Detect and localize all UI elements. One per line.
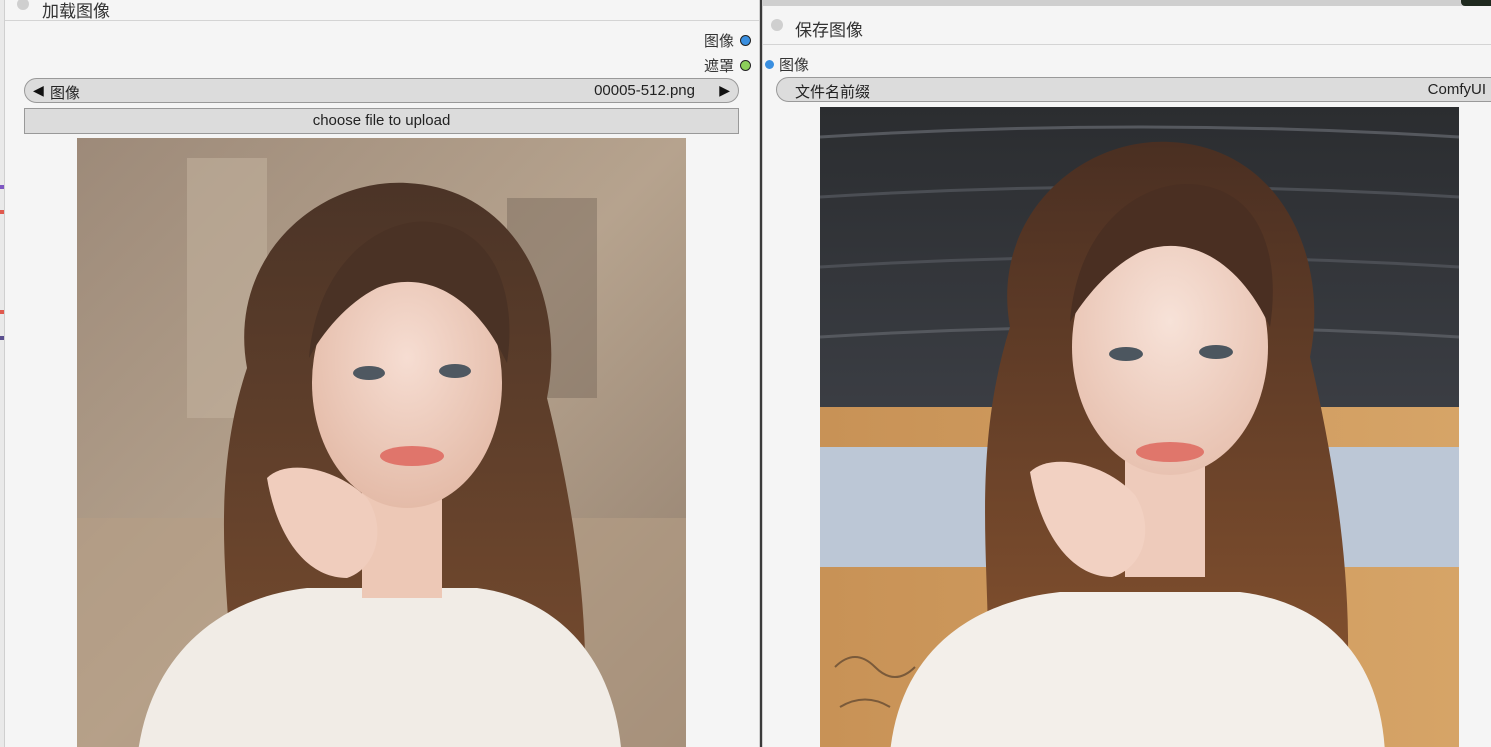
prefix-value: ComfyUI: [1427, 81, 1486, 98]
node-title-bar[interactable]: 保存图像: [763, 6, 1491, 45]
saved-image-preview: [820, 107, 1459, 747]
output-image-label: 图像: [703, 33, 734, 50]
triangle-left-icon[interactable]: ◀: [33, 82, 44, 99]
output-mask-label: 遮罩: [703, 58, 734, 75]
output-image: 图像: [704, 30, 751, 51]
output-mask: 遮罩: [704, 55, 751, 76]
node-title: 加载图像: [42, 2, 110, 21]
input-image-label: 图像: [779, 57, 810, 74]
mask-slot-icon[interactable]: [740, 60, 751, 71]
image-slot-icon[interactable]: [740, 35, 751, 46]
save-image-node[interactable]: 保存图像 图像 文件名前缀 ComfyUI: [762, 6, 1491, 747]
combo-label: 图像: [50, 85, 81, 102]
node-title: 保存图像: [795, 21, 863, 40]
load-image-node[interactable]: 加载图像 图像 遮罩 ◀ 图像 00005-512.png ▶ choose f…: [4, 0, 760, 747]
comfyui-canvas[interactable]: 加载图像 图像 遮罩 ◀ 图像 00005-512.png ▶ choose f…: [0, 0, 1491, 747]
combo-value: 00005-512.png: [594, 82, 695, 99]
input-image: 图像: [765, 54, 809, 75]
triangle-right-icon[interactable]: ▶: [719, 82, 730, 99]
image-preview: [77, 138, 686, 747]
prefix-label: 文件名前缀: [795, 84, 871, 101]
upload-button[interactable]: choose file to upload: [24, 108, 739, 134]
image-combo-widget[interactable]: ◀ 图像 00005-512.png ▶: [24, 78, 739, 103]
image-input-slot-icon[interactable]: [765, 60, 774, 69]
collapse-dot-icon[interactable]: [771, 19, 783, 31]
collapse-dot-icon[interactable]: [17, 0, 29, 10]
node-title-bar[interactable]: 加载图像: [5, 0, 759, 21]
filename-prefix-widget[interactable]: 文件名前缀 ComfyUI: [776, 77, 1491, 102]
